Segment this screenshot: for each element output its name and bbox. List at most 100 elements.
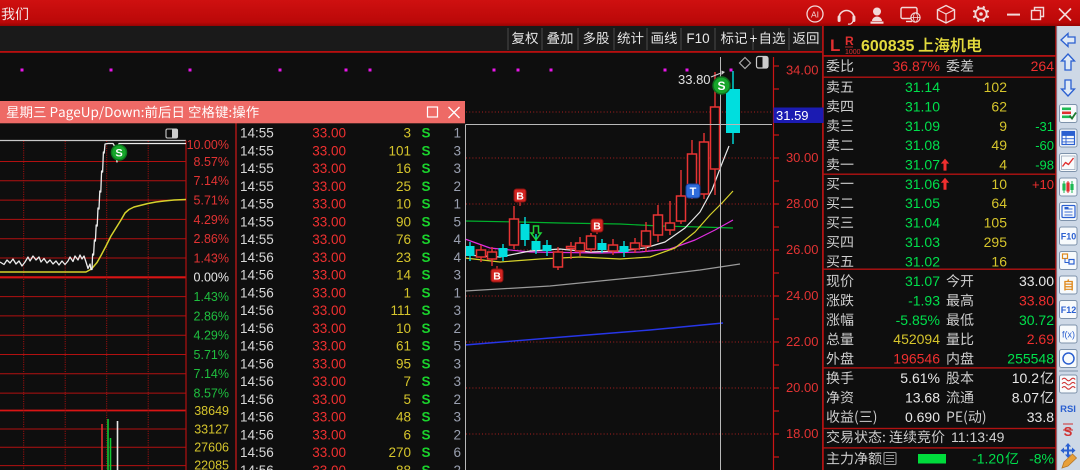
svg-text:14:55: 14:55 [240,197,274,212]
svg-text:L: L [830,36,840,55]
svg-text:3: 3 [403,126,411,141]
svg-text:16: 16 [991,253,1007,269]
svg-text:27606: 27606 [194,440,229,454]
svg-text:10.00%: 10.00% [187,138,229,152]
svg-text:3: 3 [453,303,461,318]
svg-text:33.00: 33.00 [312,179,346,194]
svg-text:255548: 255548 [1007,351,1054,367]
svg-text:1: 1 [453,126,461,141]
svg-text:S: S [717,79,725,93]
svg-text:2: 2 [453,392,461,407]
svg-text:33.00: 33.00 [312,214,346,229]
svg-text:5.61%: 5.61% [900,370,940,386]
svg-text:31.02: 31.02 [905,253,940,269]
svg-text:31.04: 31.04 [905,215,940,231]
svg-text:31.09: 31.09 [905,118,940,134]
svg-text:33.00: 33.00 [312,392,346,407]
svg-text:14:56: 14:56 [240,445,274,460]
svg-text:36.87%: 36.87% [893,58,940,74]
svg-text:33.00: 33.00 [1019,273,1054,289]
svg-text:49: 49 [991,137,1007,153]
svg-text:14:55: 14:55 [240,179,274,194]
svg-text:33.00: 33.00 [312,463,346,470]
svg-text:13.68: 13.68 [905,389,940,405]
svg-text:B: B [493,271,501,283]
svg-text:33.00: 33.00 [312,374,346,389]
svg-text:31.10: 31.10 [905,98,940,114]
svg-text:105: 105 [984,215,1008,231]
svg-text:33.00: 33.00 [312,427,346,442]
svg-text:33.00: 33.00 [312,445,346,460]
svg-text:8.57%: 8.57% [194,387,229,401]
svg-text:25: 25 [396,179,411,194]
svg-text:7.14%: 7.14% [194,367,229,381]
svg-text:26.00: 26.00 [786,242,819,257]
svg-text:34.00: 34.00 [786,63,819,78]
svg-text:14:56: 14:56 [240,285,274,300]
svg-text:4: 4 [453,232,461,247]
svg-text:10.2: 10.2 [1012,370,1039,386]
svg-text:S: S [421,445,430,460]
svg-text:31.06: 31.06 [905,176,940,192]
svg-text:5.71%: 5.71% [194,348,229,362]
svg-text:0.690: 0.690 [905,409,940,425]
svg-text:2: 2 [453,427,461,442]
svg-text:31.14: 31.14 [905,79,940,95]
svg-text:0.00%: 0.00% [194,271,229,285]
svg-text:23: 23 [396,250,411,265]
svg-text:-1.93: -1.93 [908,292,940,308]
svg-text:+10: +10 [1032,177,1054,192]
svg-text:33.00: 33.00 [312,126,346,141]
svg-text:S: S [421,214,430,229]
svg-text:1: 1 [453,197,461,212]
svg-text:33.00: 33.00 [312,232,346,247]
svg-text:31.03: 31.03 [905,234,940,250]
svg-text:33.00: 33.00 [312,143,346,158]
svg-text:61: 61 [396,339,411,354]
svg-text:295: 295 [984,234,1008,250]
svg-text:-31: -31 [1035,119,1054,134]
svg-text:14: 14 [396,268,412,283]
svg-text:76: 76 [396,232,411,247]
svg-text:F12: F12 [1061,305,1077,315]
svg-text:+: + [750,31,758,46]
svg-text:7.14%: 7.14% [194,174,229,188]
svg-text:1000: 1000 [845,49,861,56]
svg-text:31.07: 31.07 [905,273,940,289]
svg-text:7: 7 [403,374,411,389]
svg-text:T: T [690,186,697,198]
svg-text:S: S [421,374,430,389]
svg-text:10: 10 [991,176,1007,192]
svg-text:14:56: 14:56 [240,303,274,318]
svg-text:2.69: 2.69 [1027,331,1054,347]
svg-text:1.43%: 1.43% [194,251,229,265]
svg-text:14:56: 14:56 [240,463,274,470]
svg-text:31.05: 31.05 [905,195,940,211]
svg-text:5: 5 [403,392,411,407]
svg-text:RSI: RSI [1060,404,1076,415]
svg-text:S: S [421,232,430,247]
svg-text:22.00: 22.00 [786,334,819,349]
svg-text:270: 270 [388,445,411,460]
svg-text:18.00: 18.00 [786,426,819,441]
svg-text:11:13:49: 11:13:49 [951,429,1005,445]
svg-text:264: 264 [1031,58,1055,74]
svg-text:14:55: 14:55 [240,143,274,158]
svg-text:S: S [421,250,430,265]
svg-text:33.80: 33.80 [678,72,711,87]
svg-text:33.00: 33.00 [312,356,346,371]
svg-text:64: 64 [991,195,1007,211]
svg-text:33.00: 33.00 [312,303,346,318]
svg-text:3: 3 [453,356,461,371]
svg-text:14:55: 14:55 [240,161,274,176]
svg-text:S: S [421,392,430,407]
svg-text:95: 95 [396,356,411,371]
svg-text:600835: 600835 [861,38,914,55]
svg-text:14:56: 14:56 [240,427,274,442]
svg-text:3: 3 [453,374,461,389]
svg-text:B: B [516,191,524,203]
svg-text:1.43%: 1.43% [194,290,229,304]
svg-text:S: S [421,197,430,212]
svg-text:6: 6 [453,445,461,460]
svg-text:2.86%: 2.86% [194,309,229,323]
